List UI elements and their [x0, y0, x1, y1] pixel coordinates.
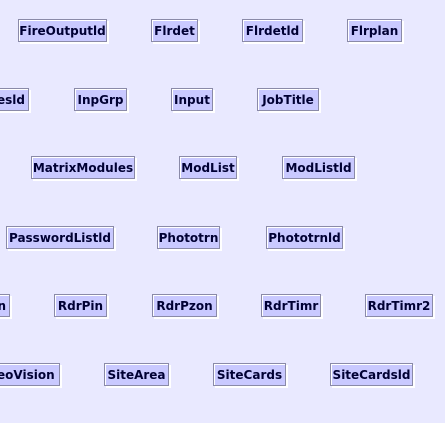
node-job-title[interactable]: JobTitle	[257, 88, 319, 111]
node-rdr-pzon[interactable]: RdrPzon	[152, 294, 217, 317]
node-n[interactable]: n	[0, 294, 10, 317]
node-rdr-timr[interactable]: RdrTimr	[261, 294, 321, 317]
node-inp-grp[interactable]: InpGrp	[74, 88, 127, 111]
node-phototrn[interactable]: Phototrn	[157, 226, 220, 249]
diagram-canvas: FireOutputld Flrdet Flrdetld Flrplan esl…	[0, 0, 445, 423]
node-site-cards[interactable]: SiteCards	[213, 363, 286, 386]
node-mod-list[interactable]: ModList	[179, 156, 237, 179]
node-rdr-timr2[interactable]: RdrTimr2	[365, 294, 433, 317]
node-password-list-id[interactable]: PasswordListld	[6, 226, 114, 249]
node-rdr-pin[interactable]: RdrPin	[54, 294, 107, 317]
node-site-area[interactable]: SiteArea	[104, 363, 169, 386]
node-fire-output-id[interactable]: FireOutputld	[18, 19, 107, 42]
node-matrix-modules[interactable]: MatrixModules	[31, 156, 135, 179]
node-eo-vision[interactable]: eoVision	[0, 363, 60, 386]
node-es-id[interactable]: esld	[0, 88, 29, 111]
node-phototrn-id[interactable]: Phototrnld	[266, 226, 343, 249]
node-site-cards-id[interactable]: SiteCardsld	[330, 363, 413, 386]
node-mod-list-id[interactable]: ModListld	[282, 156, 355, 179]
node-input[interactable]: Input	[171, 88, 213, 111]
node-flrdet-id[interactable]: Flrdetld	[242, 19, 303, 42]
node-flrplan[interactable]: Flrplan	[347, 19, 402, 42]
node-flrdet[interactable]: Flrdet	[151, 19, 198, 42]
